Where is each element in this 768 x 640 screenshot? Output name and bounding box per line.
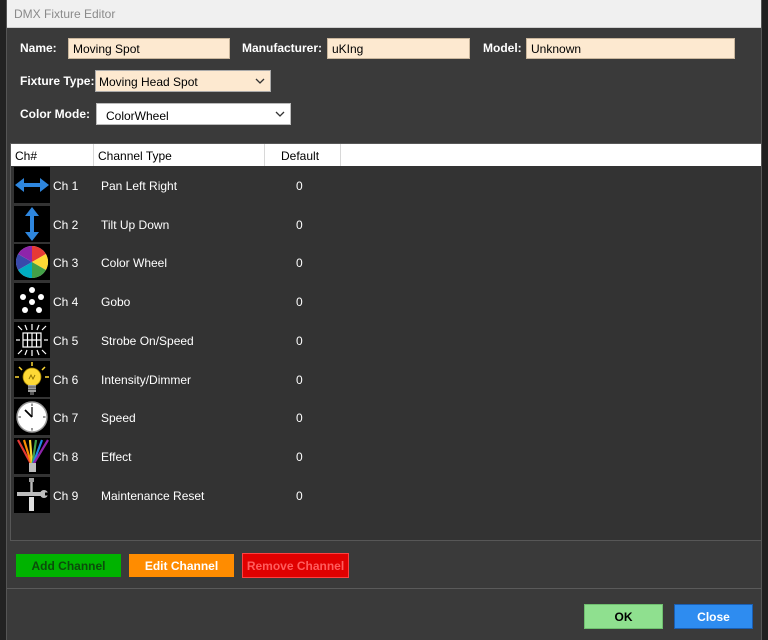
channel-type: Color Wheel (101, 256, 168, 271)
rainbow-effect-icon (14, 437, 50, 474)
table-row[interactable]: Ch 2 Tilt Up Down 0 (11, 205, 761, 244)
fixture-type-select[interactable]: Moving Head Spot (95, 70, 271, 92)
channel-default: 0 (296, 372, 303, 387)
channel-default: 0 (296, 333, 303, 348)
table-row[interactable]: Ch 1 Pan Left Right 0 (11, 166, 761, 205)
fixture-editor-dialog: DMX Fixture Editor Name: Moving Spot Man… (6, 0, 762, 640)
channel-default: 0 (296, 179, 303, 193)
color-mode-label: Color Mode: (20, 107, 90, 121)
col-header-default[interactable]: Default (265, 144, 341, 166)
table-row[interactable]: Ch 5 Strobe On/Speed 0 (11, 321, 761, 360)
col-header-ch[interactable]: Ch# (11, 144, 94, 166)
channel-type: Speed (101, 411, 136, 426)
title-bar[interactable]: DMX Fixture Editor (7, 0, 761, 28)
name-field[interactable]: Moving Spot (68, 38, 230, 59)
channel-default: 0 (296, 256, 303, 271)
model-label: Model: (483, 41, 522, 55)
pan-arrows-icon (14, 167, 50, 203)
chevron-down-icon (275, 111, 285, 117)
table-row[interactable]: Ch 9 Maintenance Reset 0 (11, 476, 761, 515)
channel-number: Ch 8 (53, 449, 79, 464)
channel-number: Ch 9 (53, 488, 79, 503)
channel-number: Ch 1 (53, 179, 79, 193)
table-row[interactable]: Ch 7 Speed 0 (11, 398, 761, 437)
channel-type: Strobe On/Speed (101, 333, 194, 348)
table-row[interactable]: Ch 6 Intensity/Dimmer 0 (11, 360, 761, 399)
channel-default: 0 (296, 217, 303, 232)
channel-number: Ch 2 (53, 217, 79, 232)
remove-channel-button[interactable]: Remove Channel (242, 553, 349, 578)
manufacturer-label: Manufacturer: (242, 41, 323, 55)
channel-default: 0 (296, 411, 303, 426)
channel-type: Intensity/Dimmer (101, 372, 192, 387)
tilt-arrows-icon (14, 205, 50, 242)
manufacturer-field[interactable]: uKIng (327, 38, 470, 59)
fixture-type-label: Fixture Type: (20, 74, 95, 88)
chevron-down-icon (255, 78, 265, 84)
channel-grid[interactable]: Ch# Channel Type Default Ch 1 Pan Left R… (10, 143, 762, 541)
table-row[interactable]: Ch 3 Color Wheel 0 (11, 243, 761, 282)
channel-type: Gobo (101, 295, 131, 310)
wrench-screwdriver-icon (14, 476, 50, 513)
grid-header: Ch# Channel Type Default (11, 144, 761, 166)
channel-type: Pan Left Right (101, 179, 178, 193)
channel-type: Tilt Up Down (101, 217, 170, 232)
color-mode-value: ColorWheel (106, 109, 169, 123)
footer-divider (7, 588, 761, 589)
table-row[interactable]: Ch 8 Effect 0 (11, 437, 761, 476)
table-row[interactable]: Ch 4 Gobo 0 (11, 282, 761, 321)
channel-number: Ch 3 (53, 256, 79, 271)
channel-number: Ch 7 (53, 411, 79, 426)
fixture-type-value: Moving Head Spot (99, 75, 198, 89)
channel-type: Maintenance Reset (101, 488, 205, 503)
add-channel-button[interactable]: Add Channel (16, 554, 121, 577)
channel-default: 0 (296, 295, 303, 310)
strobe-icon (14, 321, 50, 358)
edit-channel-button[interactable]: Edit Channel (129, 554, 234, 577)
background-window-right (762, 0, 768, 640)
name-label: Name: (20, 41, 57, 55)
window-title: DMX Fixture Editor (14, 7, 116, 21)
channel-number: Ch 4 (53, 295, 79, 310)
model-field[interactable]: Unknown (526, 38, 735, 59)
channel-type: Effect (101, 449, 132, 464)
close-button[interactable]: Close (674, 604, 753, 629)
clock-icon (14, 399, 50, 436)
channel-number: Ch 6 (53, 372, 79, 387)
lightbulb-icon (14, 360, 50, 397)
color-wheel-icon (14, 244, 50, 281)
channel-default: 0 (296, 449, 303, 464)
channel-default: 0 (296, 488, 303, 503)
gobo-dots-icon (14, 283, 50, 320)
col-header-channel-type[interactable]: Channel Type (94, 144, 265, 166)
color-mode-select[interactable]: ColorWheel (96, 103, 291, 125)
channel-number: Ch 5 (53, 333, 79, 348)
ok-button[interactable]: OK (584, 604, 663, 629)
